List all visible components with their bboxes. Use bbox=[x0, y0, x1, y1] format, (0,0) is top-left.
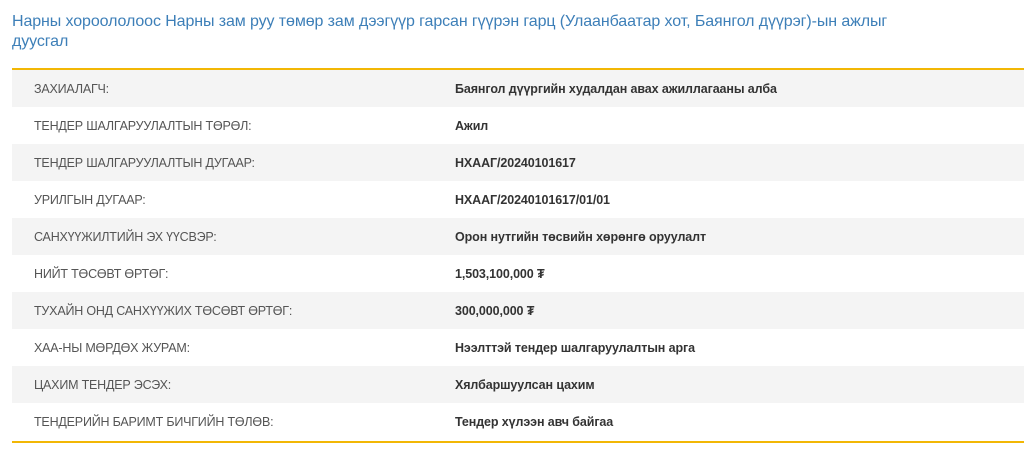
row-label: ЦАХИМ ТЕНДЕР ЭСЭХ: bbox=[34, 377, 172, 392]
table-row-invitation-number: УРИЛГЫН ДУГААР: НХААГ/20240101617/01/01 bbox=[12, 181, 1024, 218]
row-value: 300,000,000 ₮ bbox=[455, 303, 535, 318]
table-row-annual-budget: ТУХАЙН ОНД САНХҮҮЖИХ ТӨСӨВТ ӨРТӨГ: 300,0… bbox=[12, 292, 1024, 329]
row-value: Хялбаршуулсан цахим bbox=[455, 377, 595, 392]
row-value: Ажил bbox=[455, 118, 489, 133]
row-label: САНХҮҮЖИЛТИЙН ЭХ ҮҮСВЭР: bbox=[34, 229, 217, 244]
row-label: ТЕНДЕР ШАЛГАРУУЛАЛТЫН ТӨРӨЛ: bbox=[34, 118, 252, 133]
table-row-funding-source: САНХҮҮЖИЛТИЙН ЭХ ҮҮСВЭР: Орон нутгийн тө… bbox=[12, 218, 1024, 255]
table-row-document-status: ТЕНДЕРИЙН БАРИМТ БИЧГИЙН ТӨЛӨВ: Тендер х… bbox=[12, 403, 1024, 440]
row-value: Баянгол дүүргийн худалдан авах ажиллагаа… bbox=[455, 81, 777, 96]
tender-details-table: ЗАХИАЛАГЧ: Баянгол дүүргийн худалдан ава… bbox=[12, 70, 1024, 440]
table-row-total-budget: НИЙТ ТӨСӨВТ ӨРТӨГ: 1,503,100,000 ₮ bbox=[12, 255, 1024, 292]
row-value: НХААГ/20240101617 bbox=[455, 155, 576, 170]
row-label: ТЕНДЕР ШАЛГАРУУЛАЛТЫН ДУГААР: bbox=[34, 155, 255, 170]
row-value: НХААГ/20240101617/01/01 bbox=[455, 192, 610, 207]
table-row-customer: ЗАХИАЛАГЧ: Баянгол дүүргийн худалдан ава… bbox=[12, 70, 1024, 107]
row-value: Орон нутгийн төсвийн хөрөнгө оруулалт bbox=[455, 229, 707, 244]
bottom-divider bbox=[12, 441, 1024, 443]
table-row-tender-number: ТЕНДЕР ШАЛГАРУУЛАЛТЫН ДУГААР: НХААГ/2024… bbox=[12, 144, 1024, 181]
row-label: ЗАХИАЛАГЧ: bbox=[34, 81, 109, 96]
table-row-procedure: ХАА-НЫ МӨРДӨХ ЖУРАМ: Нээлттэй тендер шал… bbox=[12, 329, 1024, 366]
row-value: Тендер хүлээн авч байгаа bbox=[455, 414, 614, 429]
row-value: Нээлттэй тендер шалгаруулалтын арга bbox=[455, 340, 695, 355]
row-label: ТЕНДЕРИЙН БАРИМТ БИЧГИЙН ТӨЛӨВ: bbox=[34, 414, 274, 429]
row-label: ХАА-НЫ МӨРДӨХ ЖУРАМ: bbox=[34, 340, 190, 355]
row-label: НИЙТ ТӨСӨВТ ӨРТӨГ: bbox=[34, 266, 169, 281]
page-title: Нарны хороололоос Нарны зам руу төмөр за… bbox=[12, 13, 888, 50]
table-row-electronic-tender: ЦАХИМ ТЕНДЕР ЭСЭХ: Хялбаршуулсан цахим bbox=[12, 366, 1024, 403]
row-label: ТУХАЙН ОНД САНХҮҮЖИХ ТӨСӨВТ ӨРТӨГ: bbox=[34, 303, 293, 318]
row-label: УРИЛГЫН ДУГААР: bbox=[34, 192, 146, 207]
table-row-tender-type: ТЕНДЕР ШАЛГАРУУЛАЛТЫН ТӨРӨЛ: Ажил bbox=[12, 107, 1024, 144]
row-value: 1,503,100,000 ₮ bbox=[455, 266, 545, 281]
